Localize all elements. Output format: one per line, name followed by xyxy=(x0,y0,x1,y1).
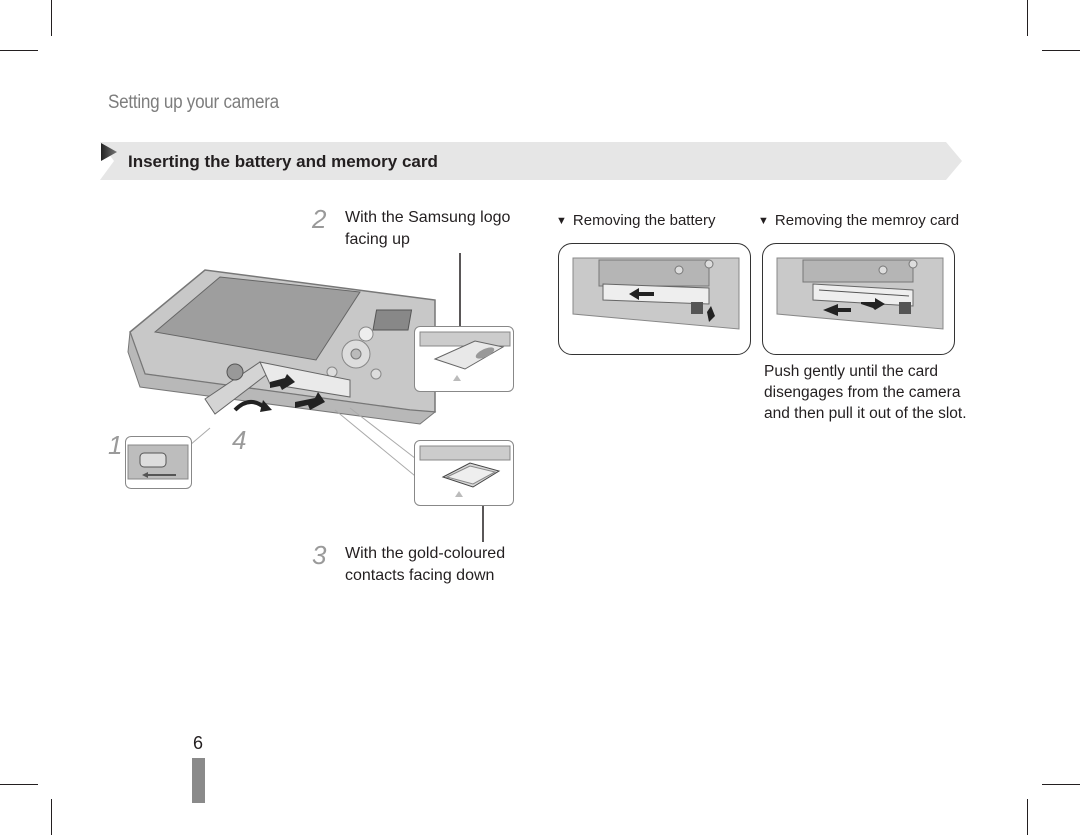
card-removal-note-line3: and then pull it out of the slot. xyxy=(764,405,967,422)
battery-insert-callout xyxy=(414,326,514,392)
battery-removal-drawing xyxy=(572,257,740,330)
step-2-caption: With the Samsung logo facing up xyxy=(345,207,510,251)
bullet-triangle-icon: ▼ xyxy=(556,215,567,227)
step-2-number: 2 xyxy=(312,204,327,234)
step-3-caption: With the gold-coloured contacts facing d… xyxy=(345,543,505,587)
step-2-caption-line1: With the Samsung logo xyxy=(345,209,511,226)
step-3-caption-line1: With the gold-coloured xyxy=(345,545,506,562)
step-3-number: 3 xyxy=(312,540,327,570)
battery-illustration xyxy=(419,331,511,381)
step-2-caption-line2: facing up xyxy=(345,231,410,248)
removing-card-heading: ▼ Removing the memroy card xyxy=(758,212,959,229)
step-1-number: 1 xyxy=(108,430,123,460)
step-3-caption-line2: contacts facing down xyxy=(345,567,495,584)
page-number: 6 xyxy=(193,733,204,753)
card-removal-note-line2: disengages from the camera xyxy=(764,384,961,401)
card-removal-illustration xyxy=(762,243,955,355)
removing-card-label: Removing the memroy card xyxy=(774,212,960,229)
card-insert-callout xyxy=(414,440,514,506)
step-4-number: 4 xyxy=(232,425,247,455)
removing-battery-label: Removing the battery xyxy=(572,212,716,229)
battery-removal-illustration xyxy=(558,243,751,355)
card-removal-note-line1: Push gently until the card xyxy=(764,363,939,380)
bullet-triangle-icon: ▼ xyxy=(758,215,769,227)
card-removal-drawing xyxy=(776,257,944,330)
removing-battery-heading: ▼ Removing the battery xyxy=(556,212,715,229)
card-removal-note: Push gently until the card disengages fr… xyxy=(764,361,967,424)
memory-card-illustration xyxy=(419,445,511,497)
page-tab-marker xyxy=(192,758,205,803)
latch-illustration xyxy=(127,444,189,480)
latch-callout xyxy=(125,436,192,489)
